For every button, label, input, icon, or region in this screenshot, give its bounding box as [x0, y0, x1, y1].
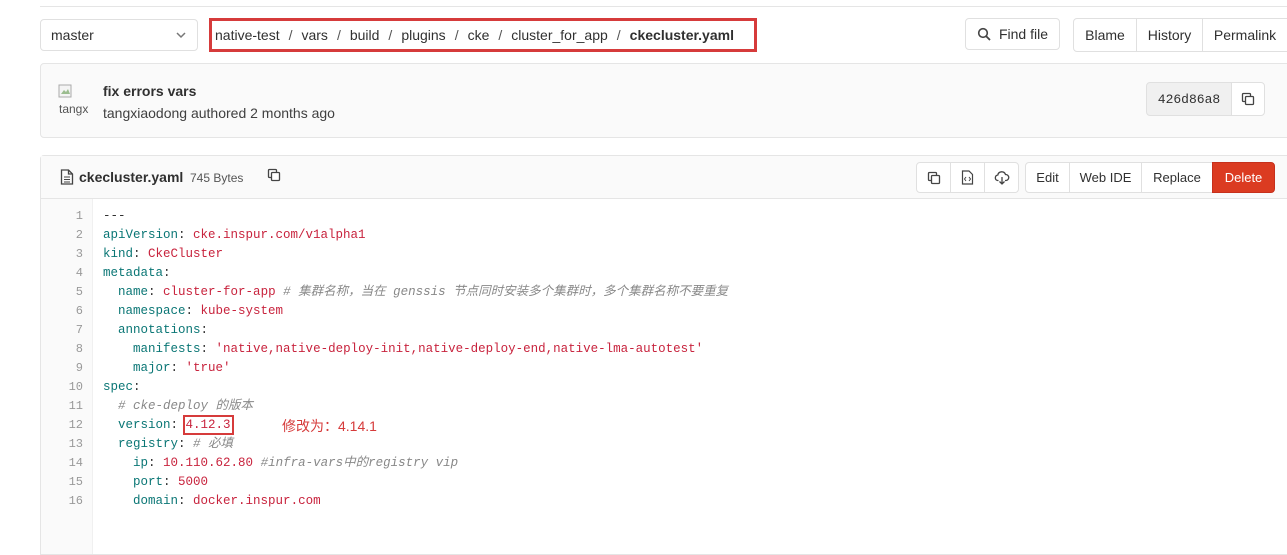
breadcrumb-separator: / — [616, 27, 621, 43]
breadcrumb-separator: / — [498, 27, 503, 43]
breadcrumb-item[interactable]: build — [350, 27, 380, 43]
line-number[interactable]: 5 — [41, 283, 83, 302]
line-number[interactable]: 14 — [41, 454, 83, 473]
file-header: ckecluster.yaml 745 Bytes Edit Web IDE R… — [41, 156, 1287, 199]
breadcrumb-separator: / — [454, 27, 459, 43]
code-line: 10 spec: — [41, 378, 1287, 397]
code-line: 9 major: 'true' — [41, 359, 1287, 378]
line-number[interactable]: 7 — [41, 321, 83, 340]
line-number[interactable]: 6 — [41, 302, 83, 321]
breadcrumb-separator: / — [388, 27, 393, 43]
code-line: 15 port: 5000 — [41, 473, 1287, 492]
breadcrumb: native-test / vars / build / plugins / c… — [209, 18, 757, 52]
web-ide-button[interactable]: Web IDE — [1069, 162, 1142, 193]
file-name: ckecluster.yaml — [79, 169, 184, 185]
chevron-down-icon — [176, 32, 186, 39]
line-number[interactable]: 16 — [41, 492, 83, 511]
highlighted-version-value: 4.12.3 — [182, 415, 234, 435]
avatar-alt-text: tangx — [59, 102, 89, 116]
broken-image-icon — [58, 84, 72, 98]
line-number[interactable]: 8 — [41, 340, 83, 359]
commit-sha[interactable]: 426d86a8 — [1146, 82, 1232, 116]
file-viewer: ckecluster.yaml 745 Bytes Edit Web IDE R… — [40, 155, 1287, 555]
copy-contents-button[interactable] — [916, 162, 951, 193]
code-line: 13 registry: # 必填 — [41, 435, 1287, 454]
file-icon-button-group — [916, 162, 1019, 193]
branch-name: master — [51, 27, 94, 43]
code-line: 7 annotations: — [41, 321, 1287, 340]
code-line: 11 # cke-deploy 的版本 — [41, 397, 1287, 416]
file-view-button-group: Blame History Permalink — [1073, 18, 1287, 52]
line-number[interactable]: 4 — [41, 264, 83, 283]
line-number[interactable]: 1 — [41, 207, 83, 226]
breadcrumb-item[interactable]: plugins — [401, 27, 445, 43]
open-raw-button[interactable] — [950, 162, 985, 193]
avatar[interactable]: tangx — [58, 84, 92, 118]
breadcrumb-separator: / — [336, 27, 341, 43]
last-commit-panel: tangx fix errors vars tangxiaodong autho… — [40, 63, 1287, 138]
breadcrumb-separator: / — [288, 27, 293, 43]
code-line: 3 kind: CkeCluster — [41, 245, 1287, 264]
breadcrumb-current-file: ckecluster.yaml — [629, 27, 734, 43]
edit-button[interactable]: Edit — [1025, 162, 1070, 193]
breadcrumb-item[interactable]: vars — [301, 27, 327, 43]
code-line: 14 ip: 10.110.62.80 #infra-vars中的registr… — [41, 454, 1287, 473]
commit-meta: tangxiaodong authored 2 months ago — [103, 105, 335, 121]
commit-time: authored 2 months ago — [190, 105, 335, 121]
code-line: 5 name: cluster-for-app # 集群名称，当在 genssi… — [41, 283, 1287, 302]
permalink-button[interactable]: Permalink — [1202, 18, 1287, 52]
line-number[interactable]: 12 — [41, 416, 83, 435]
copy-icon — [927, 171, 940, 184]
code-line: 16 domain: docker.inspur.com — [41, 492, 1287, 511]
cloud-download-icon — [994, 170, 1009, 185]
search-icon — [977, 27, 991, 41]
find-file-button[interactable]: Find file — [965, 18, 1060, 50]
download-button[interactable] — [984, 162, 1019, 193]
line-number[interactable]: 13 — [41, 435, 83, 454]
replace-button[interactable]: Replace — [1141, 162, 1213, 193]
copy-sha-button[interactable] — [1231, 82, 1265, 116]
line-number[interactable]: 15 — [41, 473, 83, 492]
branch-selector[interactable]: master — [40, 19, 198, 51]
file-icon — [60, 169, 74, 185]
find-file-label: Find file — [998, 26, 1049, 42]
code-line: 8 manifests: 'native,native-deploy-init,… — [41, 340, 1287, 359]
raw-file-icon — [961, 170, 974, 185]
line-number[interactable]: 9 — [41, 359, 83, 378]
line-number[interactable]: 3 — [41, 245, 83, 264]
code-line: 4 metadata: — [41, 264, 1287, 283]
line-number[interactable]: 2 — [41, 226, 83, 245]
code-line: 1 --- — [41, 207, 1287, 226]
copy-path-icon[interactable] — [267, 168, 281, 182]
breadcrumb-item[interactable]: native-test — [215, 27, 280, 43]
file-size: 745 Bytes — [190, 171, 244, 185]
commit-author[interactable]: tangxiaodong — [103, 105, 187, 121]
history-button[interactable]: History — [1136, 18, 1203, 52]
top-divider — [40, 6, 1287, 7]
commit-title[interactable]: fix errors vars — [103, 83, 196, 99]
file-action-button-group: Edit Web IDE Replace Delete — [1025, 162, 1275, 193]
code-line: 12 version: 4.12.3 — [41, 415, 1287, 435]
delete-button[interactable]: Delete — [1212, 162, 1275, 193]
blame-button[interactable]: Blame — [1073, 18, 1137, 52]
code-line: 6 namespace: kube-system — [41, 302, 1287, 321]
breadcrumb-item[interactable]: cke — [468, 27, 490, 43]
copy-icon — [1241, 92, 1255, 106]
line-number[interactable]: 10 — [41, 378, 83, 397]
code-content: 1 --- 2 apiVersion: cke.inspur.com/v1alpha… — [41, 207, 1287, 511]
code-line: 2 apiVersion: cke.inspur.com/v1alpha1 — [41, 226, 1287, 245]
annotation-note: 修改为：4.14.1 — [282, 418, 377, 434]
line-number[interactable]: 11 — [41, 397, 83, 416]
breadcrumb-item[interactable]: cluster_for_app — [511, 27, 608, 43]
